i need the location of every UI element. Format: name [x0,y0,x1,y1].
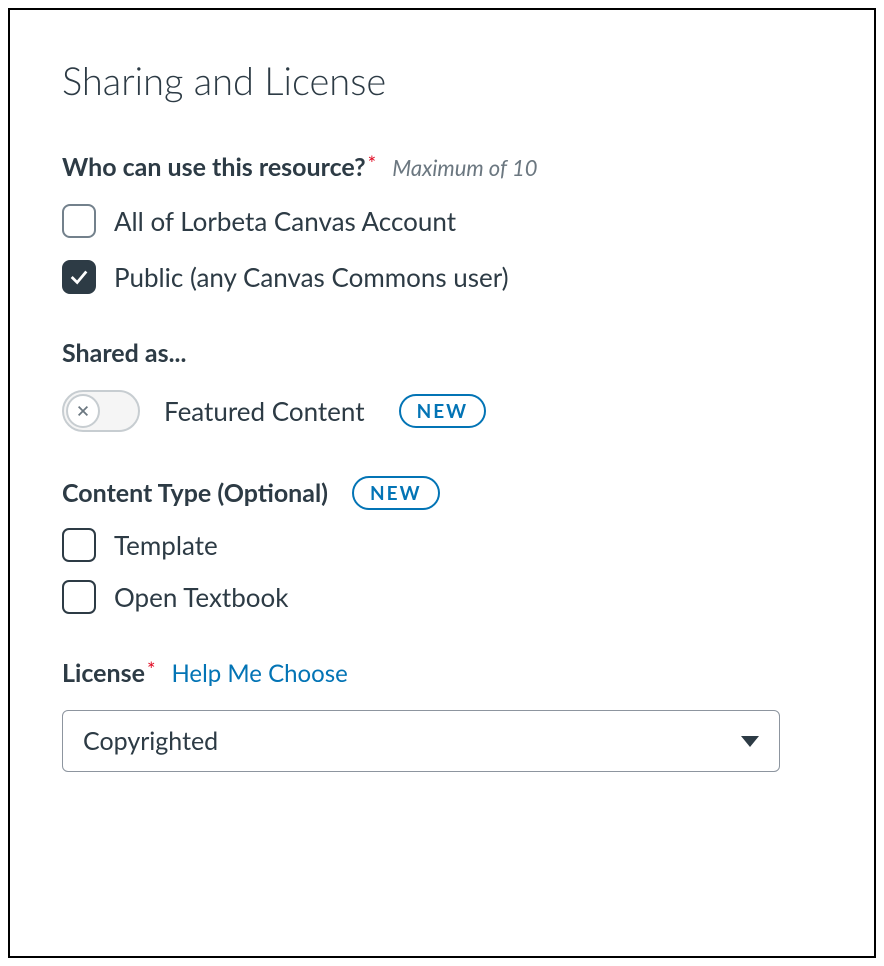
checkbox-label: Public (any Canvas Commons user) [114,261,509,293]
sharing-license-panel: Sharing and License Who can use this res… [8,8,876,958]
checkbox-all-account[interactable] [62,204,96,238]
who-can-use-hint: Maximum of 10 [392,154,537,181]
who-can-use-group: Who can use this resource?* Maximum of 1… [62,152,822,294]
checkbox-template[interactable] [62,528,96,562]
checkbox-open-textbook[interactable] [62,580,96,614]
license-label: License [62,658,145,688]
required-icon: * [147,658,156,682]
chevron-down-icon [741,736,759,747]
content-type-header: Content Type (Optional) NEW [62,476,822,510]
license-select[interactable]: Copyrighted [62,710,780,772]
x-icon [76,404,90,418]
new-badge: NEW [399,394,487,428]
new-badge: NEW [352,476,440,510]
checkbox-row: Template [62,528,822,562]
toggle-row: Featured Content NEW [62,390,822,432]
who-can-use-header: Who can use this resource?* Maximum of 1… [62,152,822,182]
required-icon: * [368,152,377,176]
checkbox-row: All of Lorbeta Canvas Account [62,204,822,238]
checkbox-row: Open Textbook [62,580,822,614]
checkbox-label: Template [114,529,218,561]
who-can-use-label: Who can use this resource? [62,152,366,182]
check-icon [68,266,90,288]
featured-content-toggle[interactable] [62,390,140,432]
content-type-label: Content Type (Optional) [62,478,328,508]
toggle-knob [66,394,100,428]
help-me-choose-link[interactable]: Help Me Choose [171,659,347,688]
content-type-group: Content Type (Optional) NEW Template Ope… [62,476,822,614]
checkbox-label: Open Textbook [114,581,289,613]
featured-content-label: Featured Content [164,395,365,427]
page-title: Sharing and License [62,58,822,104]
license-selected-value: Copyrighted [83,726,218,756]
license-header: License* Help Me Choose [62,658,822,688]
checkbox-public[interactable] [62,260,96,294]
shared-as-label: Shared as... [62,338,186,368]
checkbox-row: Public (any Canvas Commons user) [62,260,822,294]
checkbox-label: All of Lorbeta Canvas Account [114,205,456,237]
license-group: License* Help Me Choose Copyrighted [62,658,822,772]
shared-as-group: Shared as... Featured Content NEW [62,338,822,432]
